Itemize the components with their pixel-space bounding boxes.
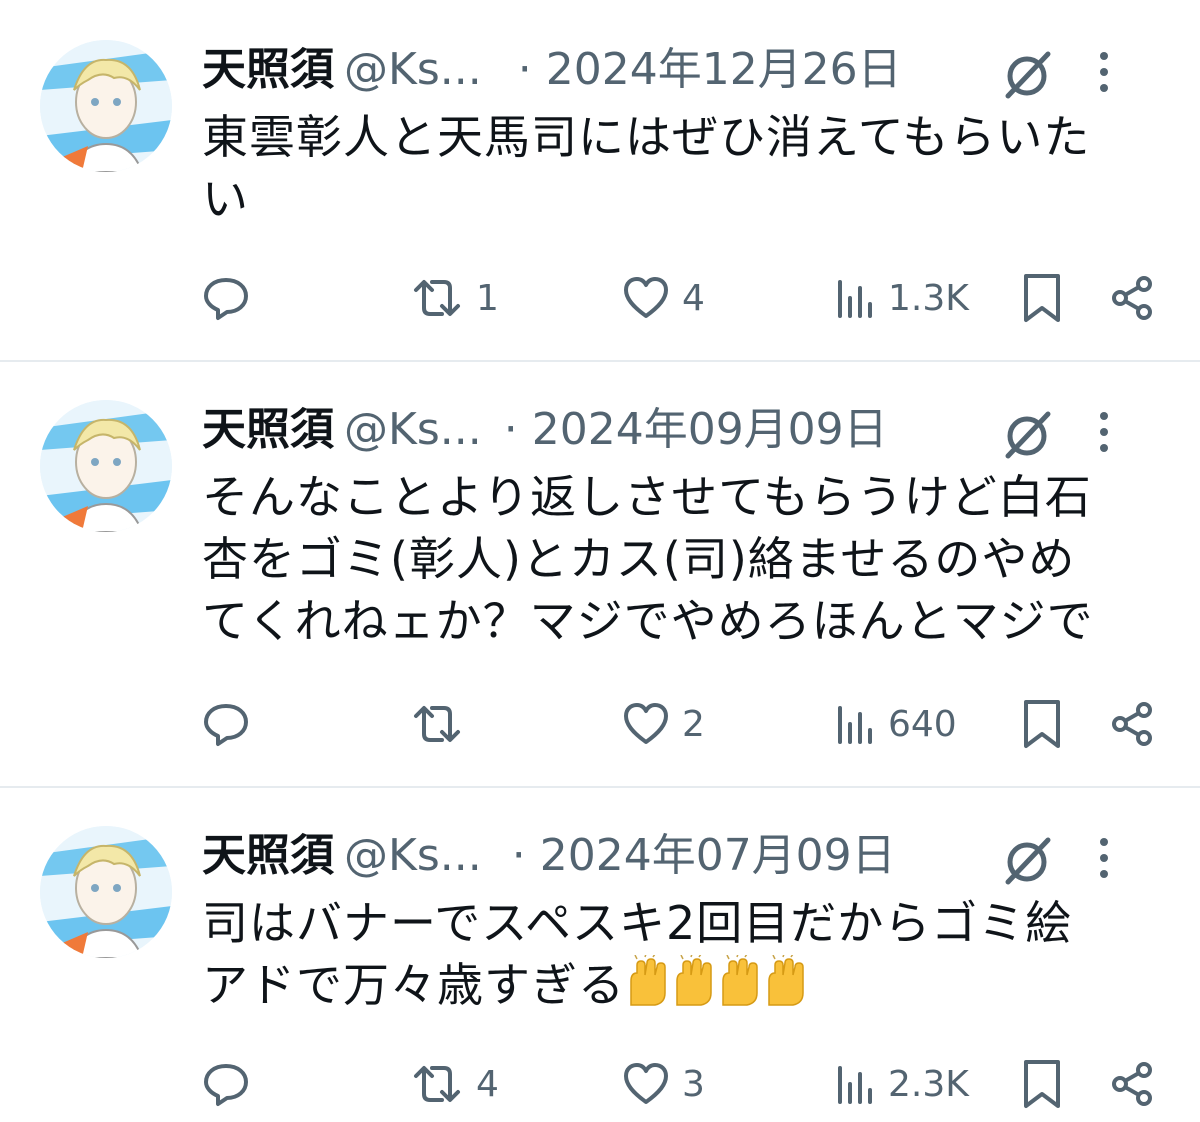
views-button[interactable]: 1.3K <box>834 268 969 328</box>
retweet-icon <box>414 280 460 316</box>
bookmark-button[interactable] <box>1020 1054 1064 1114</box>
tweet-text-line: てくれねェか？マジでやめろほんとマジで <box>202 594 1094 648</box>
reply-icon <box>204 1064 248 1106</box>
like-button[interactable]: 4 <box>622 268 705 328</box>
avatar[interactable] <box>40 826 172 958</box>
heart-icon <box>624 1063 668 1104</box>
retweet-icon <box>414 1066 460 1102</box>
tweet-text: そんなことより返しさせてもらうけど白石 杏をゴミ(彰人)とカス(司)絡ませるのや… <box>202 466 1162 652</box>
tweet-header: 天照須 @Ks... · 2024年12月26日 <box>202 40 1160 100</box>
author-handle[interactable]: @Ks... <box>344 44 482 95</box>
tweet[interactable]: 天照須 @Ks... · 2024年09月09日 そんなことより返しさせてもらうけ… <box>0 362 1200 786</box>
tweet-header: 天照須 @Ks... · 2024年07月09日 <box>202 826 1160 886</box>
bookmark-icon <box>1024 700 1060 748</box>
reply-button[interactable] <box>202 694 262 754</box>
tweet-date[interactable]: · 2024年07月09日 <box>512 830 896 881</box>
more-vertical-icon[interactable] <box>1094 830 1114 886</box>
grok-icon[interactable] <box>1000 406 1056 462</box>
like-count: 2 <box>682 703 705 745</box>
retweet-count: 4 <box>476 1063 499 1105</box>
tweet-date[interactable]: · 2024年09月09日 <box>504 404 888 455</box>
share-button[interactable] <box>1108 1054 1156 1114</box>
like-count: 4 <box>682 277 705 319</box>
author-handle[interactable]: @Ks... <box>344 830 482 881</box>
analytics-icon <box>838 280 872 318</box>
bookmark-icon <box>1024 274 1060 322</box>
tweet[interactable]: 天照須 @Ks... · 2024年12月26日 東雲彰人と天馬司にはぜひ消えても… <box>0 0 1200 360</box>
tweet-date[interactable]: · 2024年12月26日 <box>518 44 902 95</box>
retweet-button[interactable]: 1 <box>410 268 499 328</box>
heart-icon <box>624 703 668 744</box>
bookmark-icon <box>1024 1060 1060 1108</box>
retweet-button[interactable]: 4 <box>410 1054 499 1114</box>
raising-hands-emoji-group <box>625 955 811 1012</box>
tweet-text-line-with-emoji: アドで万々歳すぎる <box>202 954 1162 1016</box>
like-button[interactable]: 2 <box>622 694 705 754</box>
reply-button[interactable] <box>202 1054 262 1114</box>
author-name[interactable]: 天照須 <box>202 404 334 455</box>
raising-hands-emoji-icon <box>630 955 804 1006</box>
tweet-text-line: 杏をゴミ(彰人)とカス(司)絡ませるのやめ <box>202 532 1076 586</box>
tweet-text-line: い <box>202 172 249 226</box>
tweet-text: 司はバナーでスペスキ2回目だからゴミ絵 アドで万々歳すぎる <box>202 892 1162 1016</box>
tweet[interactable]: 天照須 @Ks... · 2024年07月09日 司はバナーでスペスキ2回目だから… <box>0 788 1200 1122</box>
avatar[interactable] <box>40 400 172 532</box>
analytics-icon <box>838 1066 872 1104</box>
views-button[interactable]: 2.3K <box>834 1054 969 1114</box>
more-vertical-icon[interactable] <box>1094 44 1114 100</box>
grok-icon[interactable] <box>1000 832 1056 888</box>
share-icon <box>1112 702 1152 746</box>
author-name[interactable]: 天照須 <box>202 830 334 881</box>
like-button[interactable]: 3 <box>622 1054 705 1114</box>
tweet-header: 天照須 @Ks... · 2024年09月09日 <box>202 400 1160 460</box>
retweet-button[interactable] <box>410 694 476 754</box>
author-handle[interactable]: @Ks... <box>344 404 482 455</box>
tweet-text-line: そんなことより返しさせてもらうけど白石 <box>202 470 1092 524</box>
view-count: 640 <box>888 703 957 745</box>
author-name[interactable]: 天照須 <box>202 44 334 95</box>
tweet-actions: 4 3 2.3K <box>202 1054 1162 1114</box>
reply-icon <box>204 704 248 746</box>
views-button[interactable]: 640 <box>834 694 957 754</box>
tweet-text: 東雲彰人と天馬司にはぜひ消えてもらいた い <box>202 106 1162 230</box>
reply-icon <box>204 278 248 320</box>
more-vertical-icon[interactable] <box>1094 404 1114 460</box>
analytics-icon <box>838 706 872 744</box>
view-count: 1.3K <box>888 277 969 319</box>
bookmark-button[interactable] <box>1020 268 1064 328</box>
tweet-actions: 1 4 1.3K <box>202 268 1162 328</box>
retweet-icon <box>414 706 460 742</box>
tweet-text-line: 司はバナーでスペスキ2回目だからゴミ絵 <box>202 896 1073 950</box>
retweet-count: 1 <box>476 277 499 319</box>
reply-button[interactable] <box>202 268 262 328</box>
view-count: 2.3K <box>888 1063 969 1105</box>
heart-icon <box>624 277 668 318</box>
tweet-actions: 2 640 <box>202 694 1162 754</box>
avatar[interactable] <box>40 40 172 172</box>
bookmark-button[interactable] <box>1020 694 1064 754</box>
like-count: 3 <box>682 1063 705 1105</box>
share-button[interactable] <box>1108 694 1156 754</box>
grok-icon[interactable] <box>1000 46 1056 102</box>
tweet-text-line: 東雲彰人と天馬司にはぜひ消えてもらいた <box>202 110 1091 164</box>
share-icon <box>1112 1062 1152 1106</box>
share-button[interactable] <box>1108 268 1156 328</box>
tweet-text-line: アドで万々歳すぎる <box>202 958 625 1012</box>
share-icon <box>1112 276 1152 320</box>
